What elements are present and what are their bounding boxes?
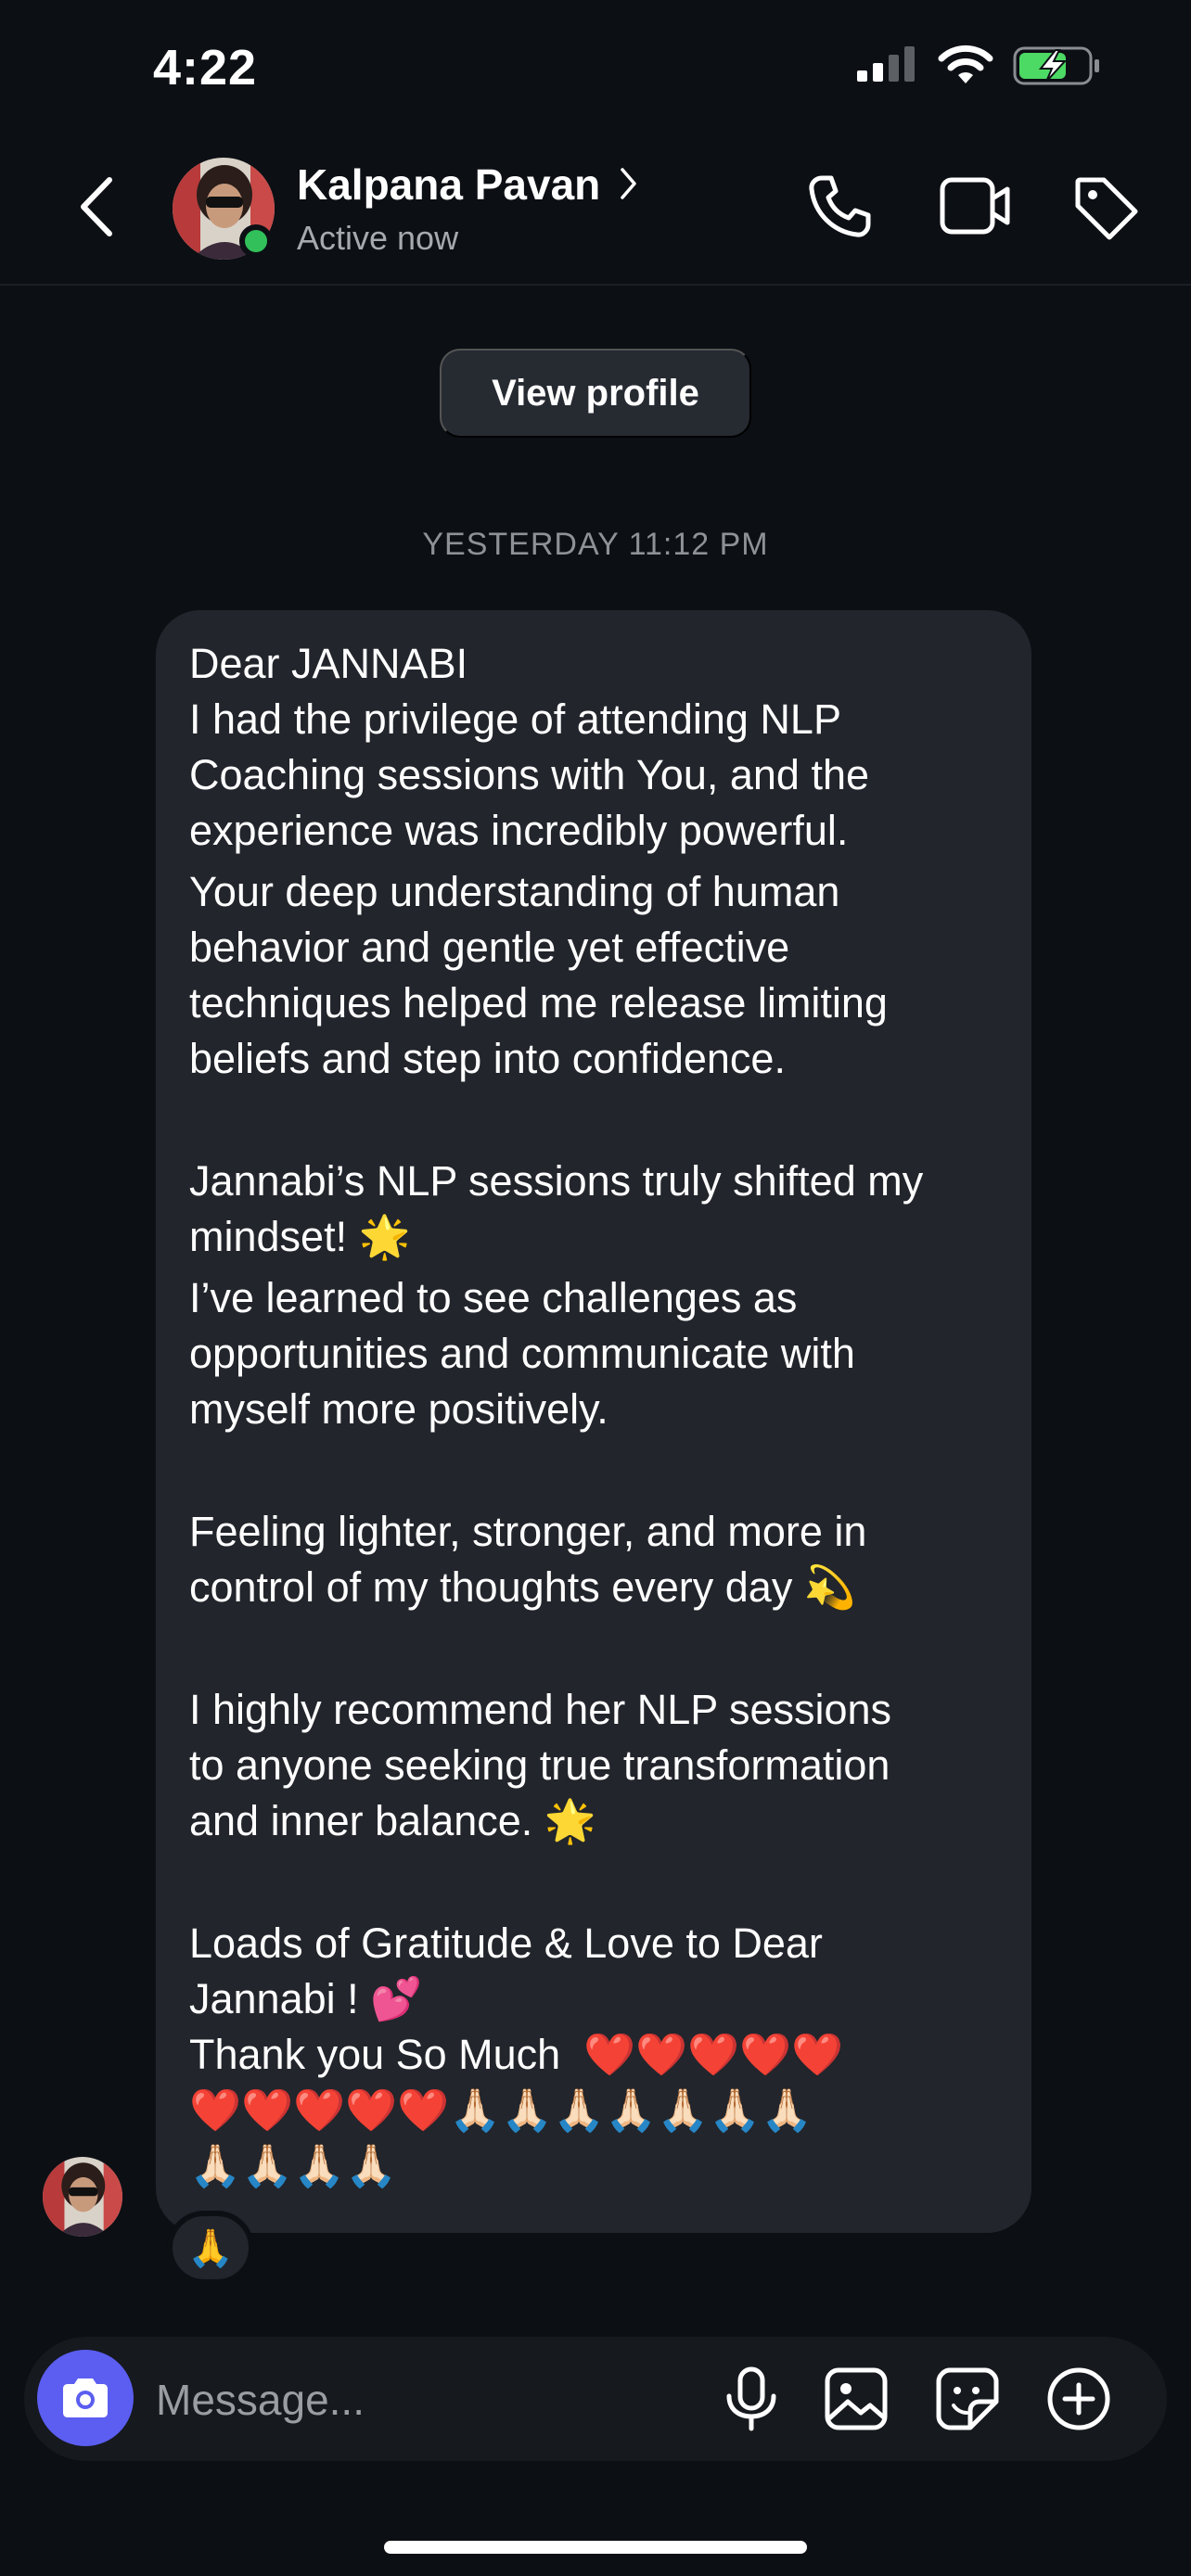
more-options-button[interactable] <box>1046 2366 1111 2431</box>
sticker-icon <box>936 2367 999 2430</box>
status-time: 4:22 <box>153 40 258 96</box>
battery-charging-icon <box>1013 46 1102 85</box>
message-paragraph: Loads of Gratitude & Love to Dear Jannab… <box>189 1919 844 2189</box>
voice-call-button[interactable] <box>805 172 874 241</box>
active-status: Active now <box>297 219 459 257</box>
message-paragraph: Your deep understanding of human behavio… <box>189 868 888 1082</box>
back-button[interactable] <box>78 176 115 237</box>
microphone-icon <box>726 2366 776 2431</box>
message-input[interactable] <box>156 2374 675 2426</box>
message-paragraph: Feeling lighter, stronger, and more in c… <box>189 1508 867 1611</box>
tag-icon <box>1075 177 1138 240</box>
gallery-button[interactable] <box>824 2366 889 2431</box>
view-profile-button[interactable]: View profile <box>440 349 751 438</box>
camera-icon <box>63 2378 108 2417</box>
phone-icon <box>809 175 871 237</box>
camera-button[interactable] <box>37 2350 134 2446</box>
back-icon <box>81 177 112 236</box>
sticker-button[interactable] <box>935 2366 1000 2431</box>
video-icon <box>940 177 1010 235</box>
message-paragraph: I highly recommend her NLP sessions to a… <box>189 1686 892 1844</box>
chevron-right-icon[interactable] <box>620 167 638 200</box>
sender-avatar[interactable] <box>43 2157 122 2237</box>
message-paragraph: Jannabi’s NLP sessions truly shifted my … <box>189 1157 924 1260</box>
message-reaction[interactable]: 🙏 <box>167 2211 254 2285</box>
online-indicator <box>239 224 273 258</box>
wifi-icon <box>937 45 994 85</box>
message-paragraph: Dear JANNABI I had the privilege of atte… <box>189 640 870 854</box>
message-timestamp: YESTERDAY 11:12 PM <box>422 527 769 562</box>
home-indicator[interactable] <box>384 2541 807 2554</box>
message-bubble[interactable]: Dear JANNABI I had the privilege of atte… <box>156 610 1031 2233</box>
header-divider <box>0 284 1191 286</box>
contact-name[interactable]: Kalpana Pavan <box>297 159 600 210</box>
message-paragraph: I’ve learned to see challenges as opport… <box>189 1274 855 1433</box>
gallery-icon <box>825 2367 888 2430</box>
plus-icon <box>1047 2367 1110 2430</box>
cellular-signal-icon <box>855 46 918 82</box>
video-call-button[interactable] <box>939 176 1011 236</box>
tag-button[interactable] <box>1072 174 1139 241</box>
microphone-button[interactable] <box>722 2366 781 2431</box>
